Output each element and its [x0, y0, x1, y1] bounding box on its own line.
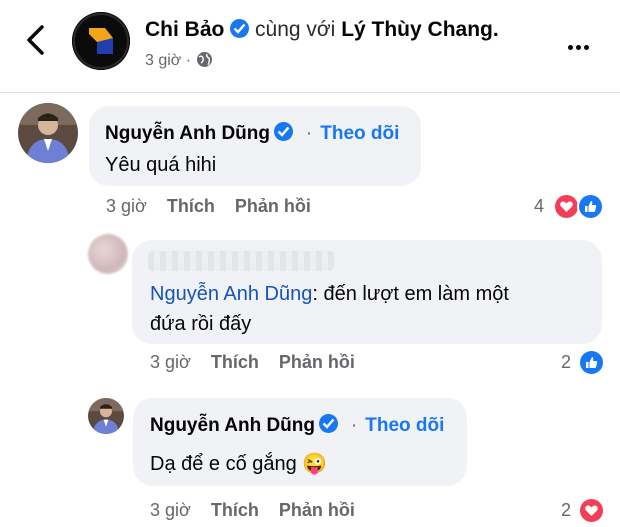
follow-button[interactable]: Theo dõi	[365, 415, 444, 436]
tagged-user[interactable]: Lý Thùy Chang.	[341, 18, 499, 41]
comment-text: Yêu quá hihi	[105, 154, 217, 176]
post-time[interactable]: 3 giờ	[145, 52, 181, 69]
page-avatar[interactable]	[72, 12, 130, 70]
verified-badge-icon	[230, 19, 250, 38]
separator-dot: ·	[305, 123, 313, 144]
globe-icon	[196, 51, 213, 73]
more-options-icon[interactable]	[568, 37, 592, 55]
comment-text-body: Dạ để e cố gắng	[150, 453, 297, 475]
reaction-count[interactable]: 2	[561, 500, 571, 521]
love-reaction-icon	[553, 193, 580, 220]
comment-actions: 3 giờ Thích Phản hồi	[150, 352, 355, 373]
like-reaction-icon	[577, 193, 604, 220]
comment-actions: 3 giờ Thích Phản hồi	[150, 500, 355, 521]
post-author[interactable]: Chi Bảo	[145, 18, 224, 41]
reply-button[interactable]: Phản hồi	[279, 500, 355, 520]
reply-button[interactable]: Phản hồi	[279, 352, 355, 372]
follow-button[interactable]: Theo dõi	[320, 123, 399, 144]
comment-header: Nguyễn Anh Dũng · Theo dõi	[105, 122, 399, 145]
like-reaction-icon	[578, 349, 605, 376]
like-button[interactable]: Thích	[211, 352, 259, 372]
like-button[interactable]: Thích	[167, 196, 215, 216]
commenter-avatar[interactable]	[88, 398, 124, 434]
winking-tongue-emoji: 😜	[302, 453, 328, 475]
separator-dot: ·	[350, 415, 358, 436]
love-reaction-icon	[578, 497, 605, 524]
header-divider	[0, 92, 620, 93]
comment-text: Dạ để e cố gắng 😜	[150, 449, 327, 479]
with-text: cùng với	[255, 18, 336, 41]
reply-button[interactable]: Phản hồi	[235, 196, 311, 216]
reply-text: Nguyễn Anh Dũng: đến lượt em làm một đứa…	[150, 279, 595, 339]
like-button[interactable]: Thích	[211, 500, 259, 520]
comment-time[interactable]: 3 giờ	[150, 500, 191, 520]
blurred-avatar[interactable]	[88, 234, 128, 274]
mention-link[interactable]: Nguyễn Anh Dũng	[150, 283, 312, 305]
commenter-avatar[interactable]	[18, 103, 78, 163]
blurred-author-name	[148, 251, 334, 271]
comment-time[interactable]: 3 giờ	[150, 352, 191, 372]
comment-header: Nguyễn Anh Dũng · Theo dõi	[150, 414, 444, 437]
post-meta: 3 giờ ·	[145, 51, 213, 73]
reaction-count[interactable]: 2	[561, 352, 571, 373]
reply-text-line1: : đến lượt em làm một	[312, 283, 509, 305]
verified-badge-icon	[319, 414, 339, 433]
meta-separator: ·	[185, 52, 192, 69]
comment-author[interactable]: Nguyễn Anh Dũng	[105, 123, 270, 144]
comment-actions: 3 giờ Thích Phản hồi	[106, 196, 311, 217]
post-header: Chi Bảo cùng với Lý Thùy Chang.	[145, 18, 499, 42]
comment-time[interactable]: 3 giờ	[106, 196, 147, 216]
back-arrow-icon[interactable]	[22, 24, 50, 56]
verified-badge-icon	[274, 122, 294, 141]
reply-text-line2: đứa rồi đấy	[150, 313, 252, 335]
reaction-count[interactable]: 4	[534, 196, 544, 217]
comment-author[interactable]: Nguyễn Anh Dũng	[150, 415, 315, 436]
